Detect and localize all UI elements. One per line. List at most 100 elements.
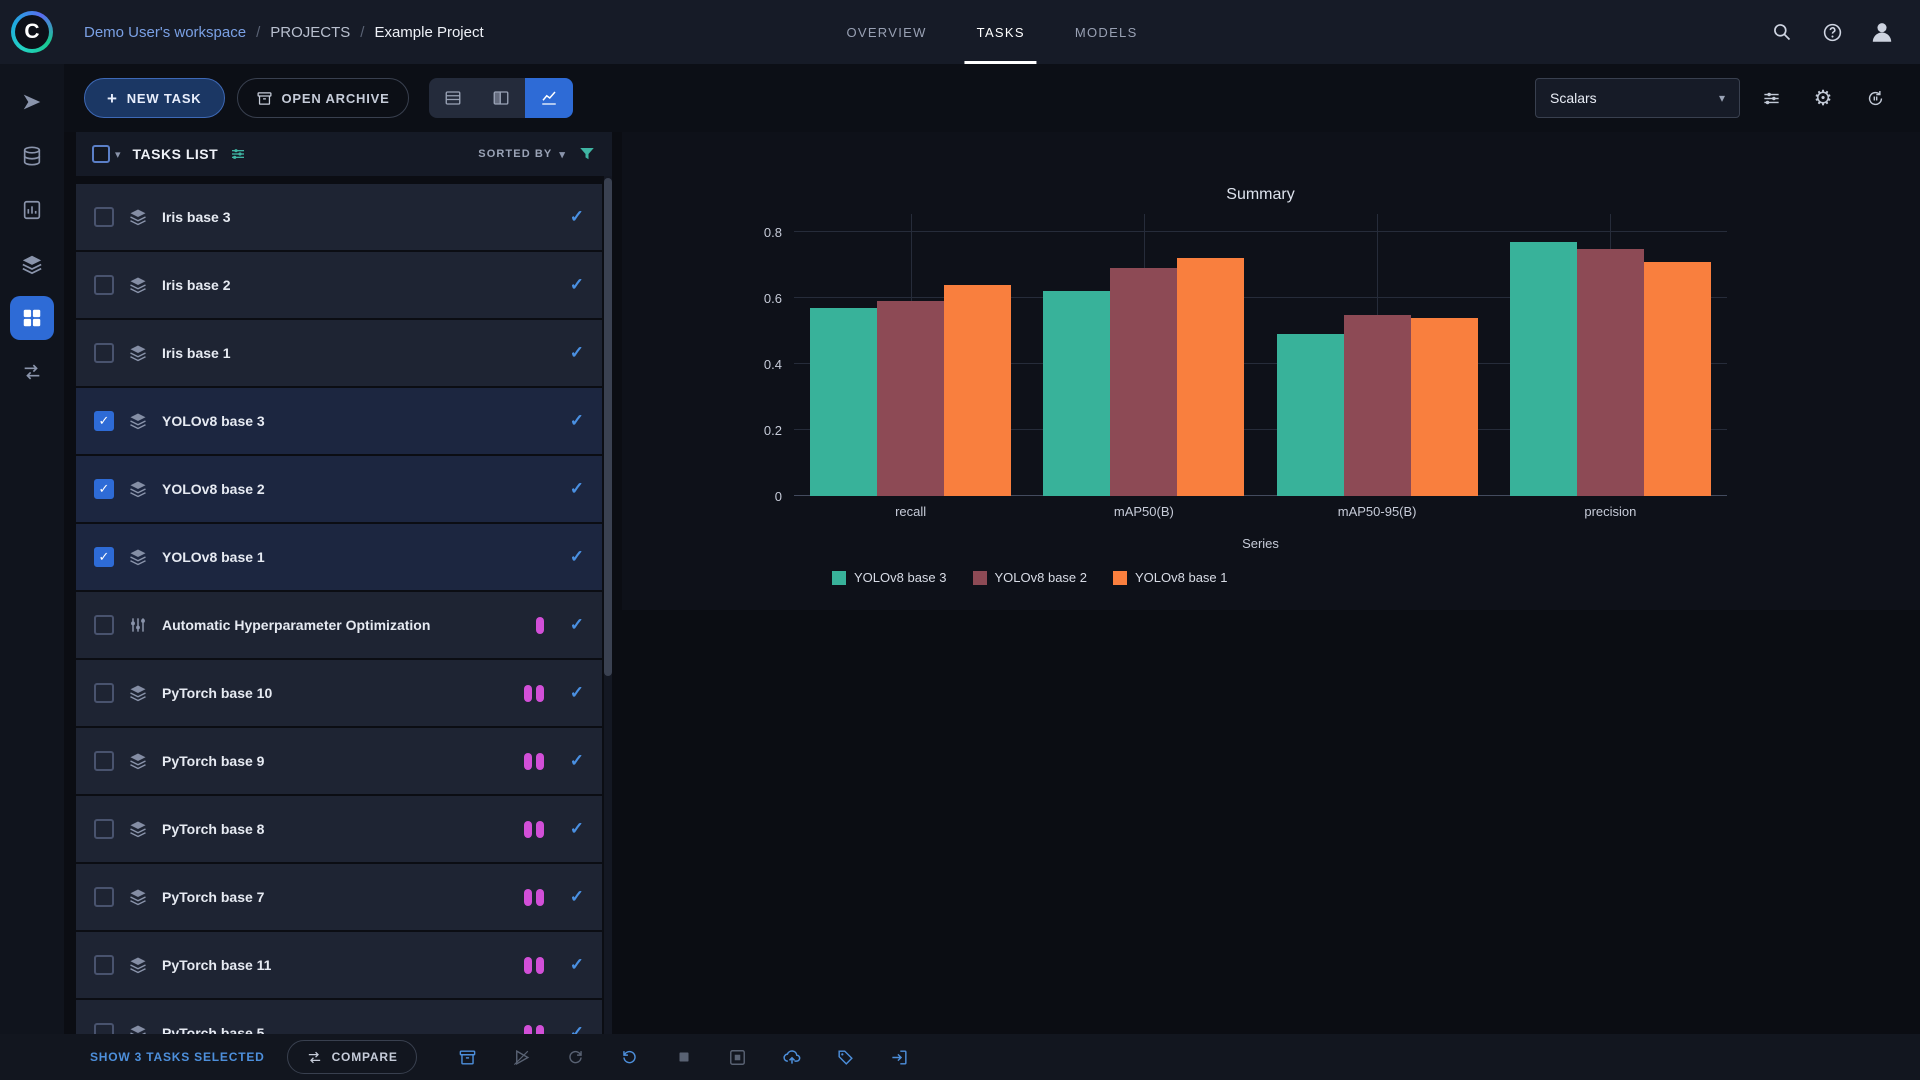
chart-bar[interactable] (1110, 268, 1177, 496)
task-row[interactable]: PyTorch base 8✓ (76, 796, 602, 862)
task-checkbox[interactable] (94, 683, 114, 703)
publish-button[interactable] (781, 1046, 803, 1068)
compare-button[interactable]: COMPARE (287, 1040, 417, 1074)
abort-all-button[interactable] (727, 1046, 749, 1068)
chart-bar[interactable] (1177, 258, 1244, 496)
select-all-checkbox[interactable] (92, 145, 110, 163)
rail-item-projects[interactable] (10, 80, 54, 124)
workspace-row: ▾ TASKS LIST SORTED BY ▾ (64, 132, 1920, 1034)
clearml-logo[interactable]: C (0, 0, 64, 64)
abort-button[interactable] (673, 1046, 695, 1068)
task-name: YOLOv8 base 1 (162, 549, 265, 565)
retry-button[interactable] (565, 1046, 587, 1068)
task-checkbox[interactable]: ✓ (94, 547, 114, 567)
y-tick-label: 0 (736, 489, 782, 504)
task-checkbox[interactable]: ✓ (94, 479, 114, 499)
tag-pill (524, 957, 532, 974)
graph-settings-button[interactable] (1750, 77, 1792, 119)
rail-item-applications[interactable] (10, 296, 54, 340)
task-row[interactable]: ✓YOLOv8 base 1✓ (76, 524, 602, 590)
move-to-button[interactable] (889, 1046, 911, 1068)
open-archive-button[interactable]: OPEN ARCHIVE (237, 78, 409, 118)
breadcrumb-workspace[interactable]: Demo User's workspace (84, 24, 246, 41)
reset-icon (620, 1048, 639, 1067)
breadcrumb-current[interactable]: Example Project (374, 24, 483, 41)
column-settings-icon[interactable] (230, 146, 246, 162)
chart-bar[interactable] (810, 308, 877, 496)
chart-bar[interactable] (1510, 242, 1577, 496)
tab-tasks[interactable]: TASKS (965, 0, 1037, 64)
legend-item[interactable]: YOLOv8 base 1 (1113, 570, 1228, 585)
scrollbar-thumb[interactable] (604, 178, 612, 676)
metric-select[interactable]: Scalars ▾ (1535, 78, 1740, 118)
logo-letter: C (11, 11, 53, 53)
task-row[interactable]: PyTorch base 7✓ (76, 864, 602, 930)
task-checkbox[interactable] (94, 751, 114, 771)
task-name: PyTorch base 10 (162, 685, 272, 701)
sorted-by-control[interactable]: SORTED BY ▾ (478, 148, 566, 161)
task-row[interactable]: PyTorch base 10✓ (76, 660, 602, 726)
task-row[interactable]: PyTorch base 5✓ (76, 1000, 602, 1034)
task-checkbox[interactable]: ✓ (94, 411, 114, 431)
split-view-button[interactable] (477, 78, 525, 118)
task-name: PyTorch base 7 (162, 889, 264, 905)
task-row[interactable]: Iris base 1✓ (76, 320, 602, 386)
chart-bar[interactable] (1577, 249, 1644, 497)
settings-button[interactable]: ⚙ (1802, 77, 1844, 119)
chevron-down-icon: ▾ (1719, 91, 1725, 105)
task-checkbox[interactable] (94, 615, 114, 635)
chart-title: Summary (794, 186, 1727, 204)
task-row[interactable]: PyTorch base 9 ✓ (76, 728, 602, 794)
task-row[interactable]: ✓YOLOv8 base 2✓ (76, 456, 602, 522)
tab-models[interactable]: MODELS (1063, 0, 1150, 64)
task-row[interactable]: ✓YOLOv8 base 3✓ (76, 388, 602, 454)
auto-refresh-button[interactable] (1854, 77, 1896, 119)
rail-item-pipelines[interactable] (10, 242, 54, 286)
help-button[interactable] (1810, 10, 1854, 54)
task-name: PyTorch base 9 (162, 753, 264, 769)
task-row[interactable]: Iris base 2✓ (76, 252, 602, 318)
task-checkbox[interactable] (94, 819, 114, 839)
new-task-button[interactable]: + NEW TASK (84, 78, 225, 118)
chart-bar[interactable] (1043, 291, 1110, 496)
table-view-button[interactable] (429, 78, 477, 118)
archive-button[interactable] (457, 1046, 479, 1068)
chart-bar[interactable] (1344, 315, 1411, 497)
legend-item[interactable]: YOLOv8 base 2 (973, 570, 1088, 585)
main-region: + NEW TASK OPEN ARCHIVE (0, 64, 1920, 1034)
breadcrumb-projects[interactable]: PROJECTS (270, 24, 350, 41)
scrollbar-track[interactable] (604, 176, 612, 1034)
rail-item-datasets[interactable] (10, 134, 54, 178)
tags-button[interactable] (835, 1046, 857, 1068)
task-checkbox[interactable] (94, 1023, 114, 1034)
legend-item[interactable]: YOLOv8 base 3 (832, 570, 947, 585)
profile-button[interactable] (1860, 10, 1904, 54)
task-checkbox[interactable] (94, 207, 114, 227)
chart-bar[interactable] (877, 301, 944, 496)
reset-button[interactable] (619, 1046, 641, 1068)
task-checkbox[interactable] (94, 955, 114, 975)
enqueue-button[interactable] (511, 1046, 533, 1068)
chart-bar[interactable] (1277, 334, 1344, 496)
chart-bar[interactable] (944, 285, 1011, 496)
search-button[interactable] (1760, 10, 1804, 54)
select-all-control[interactable]: ▾ (92, 145, 121, 163)
rail-item-workers-queues[interactable] (10, 350, 54, 394)
tab-overview[interactable]: OVERVIEW (834, 0, 938, 64)
filter-icon[interactable] (578, 145, 596, 163)
task-checkbox[interactable] (94, 343, 114, 363)
chart-bar[interactable] (1644, 262, 1711, 496)
chart-bar[interactable] (1411, 318, 1478, 496)
show-selected-link[interactable]: SHOW 3 TASKS SELECTED (90, 1050, 265, 1064)
task-checkbox[interactable] (94, 887, 114, 907)
task-checkbox[interactable] (94, 275, 114, 295)
rail-item-reports[interactable] (10, 188, 54, 232)
status-check-icon: ✓ (570, 751, 584, 771)
table-view-icon (444, 89, 462, 107)
task-row[interactable]: PyTorch base 11✓ (76, 932, 602, 998)
chart-view-button[interactable] (525, 78, 573, 118)
task-row[interactable]: Iris base 3✓ (76, 184, 602, 250)
task-row[interactable]: Automatic Hyperparameter Optimization✓ (76, 592, 602, 658)
y-tick-label: 0.8 (736, 225, 782, 240)
x-tick-label: mAP50(B) (1027, 504, 1260, 519)
